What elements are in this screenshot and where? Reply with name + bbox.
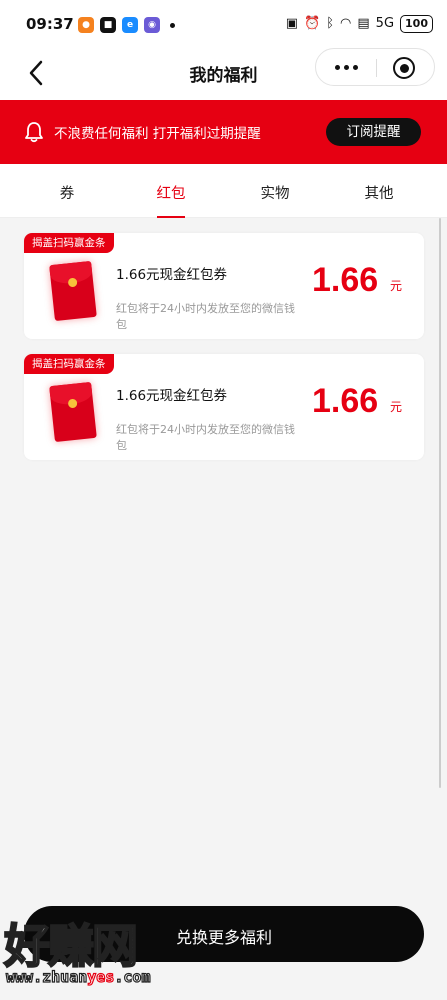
scrollbar[interactable] xyxy=(439,218,441,788)
watermark-url-part: www.zhuan xyxy=(5,967,88,986)
reward-title: 1.66元现金红包券 xyxy=(116,267,228,283)
status-time: 09:37 xyxy=(26,15,74,33)
watermark-url: www.zhuanyes.com xyxy=(5,967,151,986)
navigation-bar: 我的福利 xyxy=(0,48,447,100)
close-miniprogram-button[interactable] xyxy=(374,49,434,87)
more-notifications-icon xyxy=(170,23,175,28)
envelope-coin xyxy=(67,277,78,288)
target-close-icon-dot xyxy=(399,63,409,73)
tab-physical[interactable]: 实物 xyxy=(240,182,310,203)
bell-icon xyxy=(25,122,43,143)
watermark-logo-text: 好赚网 xyxy=(3,918,139,974)
campaign-tag: 揭盖扫码赢金条 xyxy=(24,233,114,253)
alarm-icon: ⏰ xyxy=(304,16,321,31)
red-envelope-icon xyxy=(49,260,97,322)
status-bar: 09:37 ● ■ e ◉ ▣ ⏰ ᛒ ◠ ▤ 5G 100 xyxy=(0,0,447,52)
battery-icon: 100 xyxy=(400,15,433,33)
app-notification-icon: e xyxy=(122,17,138,33)
app-notification-icon: ● xyxy=(78,17,94,33)
reward-description: 红包将于24小时内发放至您的微信钱包 xyxy=(116,423,295,452)
reward-card[interactable]: 揭盖扫码赢金条 1.66元现金红包券 红包将于24小时内发放至您的微信钱包 1.… xyxy=(24,233,424,339)
watermark-url-part: .com xyxy=(114,967,151,986)
more-button[interactable] xyxy=(316,49,376,87)
reward-amount: 1.66 xyxy=(312,261,379,299)
reward-title: 1.66元现金红包券 xyxy=(116,388,228,404)
site-watermark: 好赚网 www.zhuanyes.com xyxy=(3,910,204,998)
miniprogram-capsule xyxy=(315,48,435,86)
reward-unit: 元 xyxy=(390,279,403,293)
watermark-url-highlight: yes xyxy=(87,967,115,986)
category-tabs: 券 红包 实物 其他 xyxy=(0,164,447,218)
reward-unit: 元 xyxy=(390,400,403,414)
reward-description: 红包将于24小时内发放至您的微信钱包 xyxy=(116,302,295,331)
hd-icon: ▤ xyxy=(357,16,370,31)
envelope-coin xyxy=(67,398,78,409)
reward-amount: 1.66 xyxy=(312,382,379,420)
notice-text: 不浪费任何福利 打开福利过期提醒 xyxy=(54,126,261,142)
tab-other[interactable]: 其他 xyxy=(344,182,414,203)
tab-coupons[interactable]: 券 xyxy=(32,182,102,203)
app-notification-icon: ◉ xyxy=(144,17,160,33)
tab-red-packets[interactable]: 红包 xyxy=(136,182,206,203)
signal-icon: 5G xyxy=(375,16,395,31)
reward-card[interactable]: 揭盖扫码赢金条 1.66元现金红包券 红包将于24小时内发放至您的微信钱包 1.… xyxy=(24,354,424,460)
more-dots-icon xyxy=(335,65,340,70)
red-envelope-icon xyxy=(49,381,97,443)
status-indicators: ▣ ⏰ ᛒ ◠ ▤ 5G 100 xyxy=(286,15,433,33)
wifi-icon: ◠ xyxy=(340,16,352,31)
more-dots-icon xyxy=(353,65,358,70)
subscribe-reminder-button[interactable]: 订阅提醒 xyxy=(326,118,421,146)
active-tab-indicator xyxy=(157,216,185,218)
nfc-icon: ▣ xyxy=(285,16,299,31)
campaign-tag: 揭盖扫码赢金条 xyxy=(24,354,114,374)
app-notification-icon: ■ xyxy=(100,17,116,33)
more-dots-icon xyxy=(344,65,349,70)
expiry-reminder-banner: 不浪费任何福利 打开福利过期提醒 订阅提醒 xyxy=(0,100,447,164)
bluetooth-icon: ᛒ xyxy=(326,16,335,31)
